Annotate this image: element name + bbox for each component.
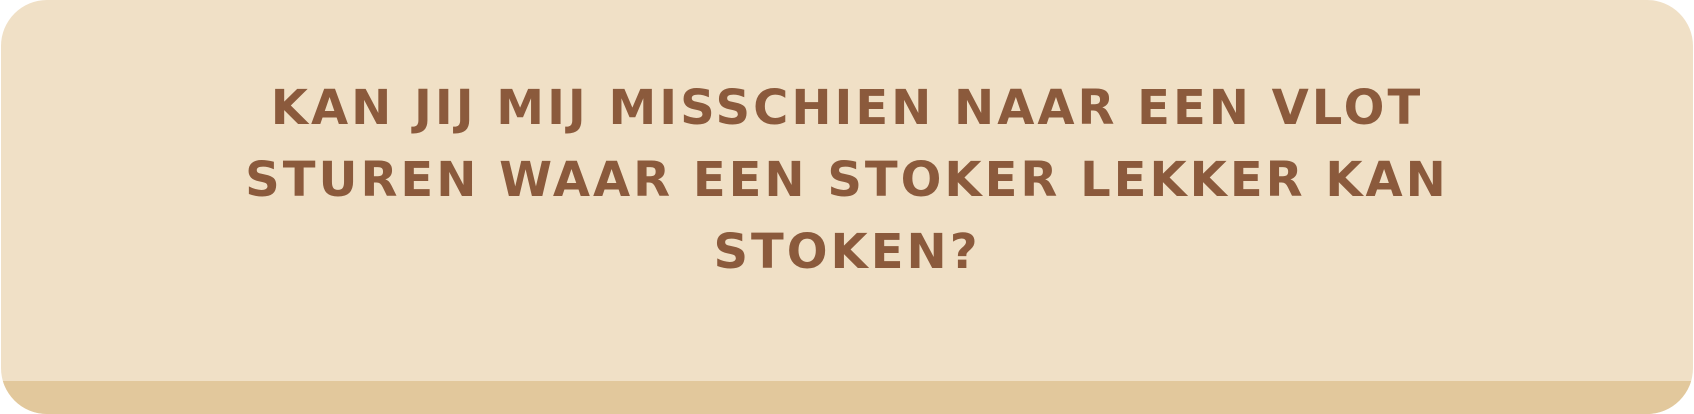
card-bottom-strip: [1, 381, 1693, 414]
question-card[interactable]: Kan jij mij misschien naar een vlot stur…: [1, 0, 1693, 414]
question-text: Kan jij mij misschien naar een vlot stur…: [245, 80, 1449, 280]
